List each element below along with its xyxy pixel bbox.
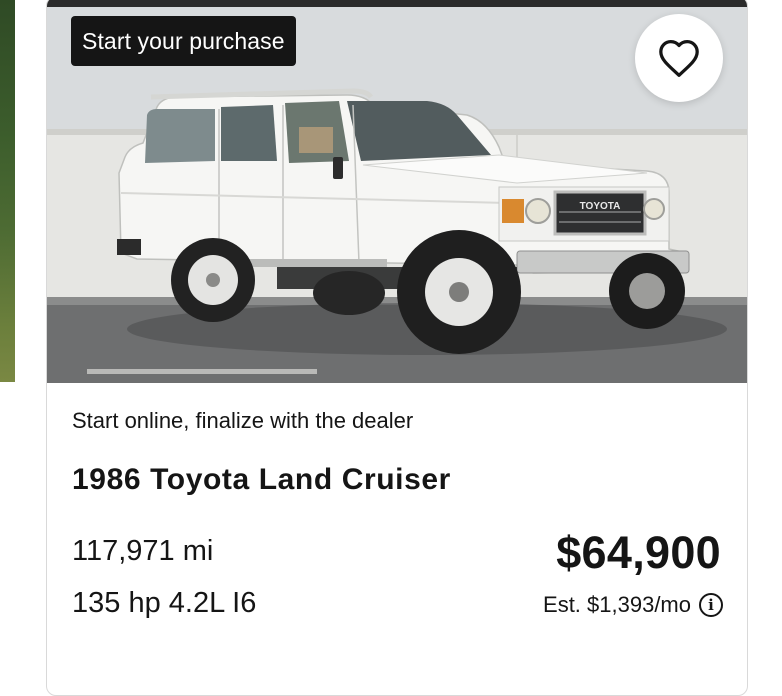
heart-outline-icon xyxy=(659,40,699,77)
vehicle-photo[interactable]: TOYOTA Start your purchase xyxy=(47,0,747,383)
info-circle-icon[interactable]: i xyxy=(699,593,723,617)
favorite-button[interactable] xyxy=(635,14,723,102)
listing-card[interactable]: TOYOTA Start your purchase Start online,… xyxy=(46,0,748,696)
purchase-flow-note: Start online, finalize with the dealer xyxy=(72,408,414,433)
vehicle-title[interactable]: 1986 Toyota Land Cruiser xyxy=(72,463,451,497)
vehicle-mileage: 117,971 mi xyxy=(72,535,214,567)
vehicle-engine: 135 hp 4.2L I6 xyxy=(72,587,257,619)
start-purchase-badge: Start your purchase xyxy=(71,16,296,66)
vehicle-price: $64,900 xyxy=(556,527,721,578)
monthly-estimate-text: Est. $1,393/mo xyxy=(543,592,691,617)
grille-badge-text: TOYOTA xyxy=(580,201,621,212)
adjacent-listing-photo[interactable] xyxy=(0,0,15,382)
monthly-estimate: Est. $1,393/mo i xyxy=(543,592,723,618)
